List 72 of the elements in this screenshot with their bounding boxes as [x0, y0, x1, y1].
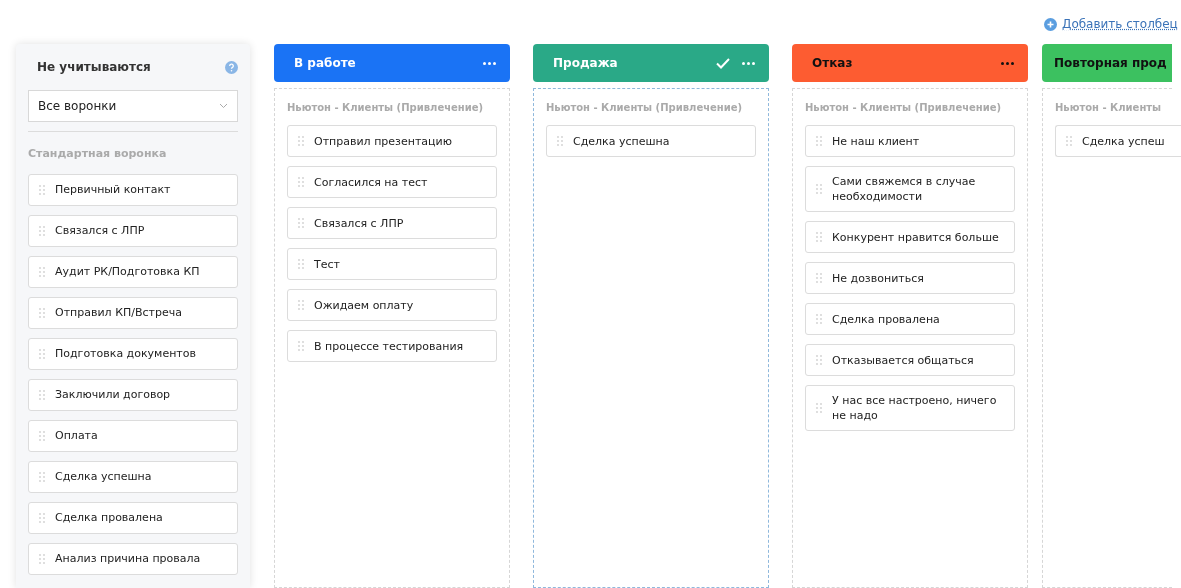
add-icon — [1044, 17, 1057, 31]
column-header[interactable]: Отказ — [792, 44, 1028, 82]
stage-card[interactable]: Конкурент нравится больше — [805, 221, 1015, 253]
drag-handle-icon — [816, 232, 822, 242]
drag-handle-icon — [39, 430, 45, 441]
stage-card[interactable]: Ожидаем оплату — [287, 289, 497, 321]
column-header[interactable]: Повторная прод — [1042, 44, 1172, 82]
drag-handle-icon — [557, 136, 563, 146]
drag-handle-icon — [816, 273, 822, 283]
drag-handle-icon — [816, 184, 822, 194]
stage-card[interactable]: Не наш клиент — [805, 125, 1015, 157]
drag-handle-icon — [816, 136, 822, 146]
drag-handle-icon — [298, 259, 304, 269]
drag-handle-icon — [39, 307, 45, 318]
more-icon[interactable] — [483, 61, 496, 65]
stage-card[interactable]: Заключили договор — [28, 378, 238, 411]
add-column-link[interactable]: Добавить столбец — [1062, 15, 1178, 33]
stage-card[interactable]: Оплата — [28, 419, 238, 452]
more-icon[interactable] — [1001, 61, 1014, 65]
stage-card[interactable]: Сделка провалена — [28, 501, 238, 534]
stage-card[interactable]: Сами свяжемся в случае необходимости — [805, 166, 1015, 212]
stage-card[interactable]: Подготовка документов — [28, 337, 238, 370]
column-title: Продажа — [553, 55, 618, 72]
drag-handle-icon — [39, 184, 45, 195]
stage-card[interactable]: Связался с ЛПР — [287, 207, 497, 239]
stage-card[interactable]: Анализ причина провала — [28, 542, 238, 575]
stage-card[interactable]: Сделка успешна — [28, 460, 238, 493]
drag-handle-icon — [39, 471, 45, 482]
drag-handle-icon — [298, 341, 304, 351]
drag-handle-icon — [1066, 136, 1072, 146]
help-icon[interactable] — [225, 60, 238, 74]
drag-handle-icon — [298, 218, 304, 228]
column-title: В работе — [294, 55, 356, 72]
stage-card[interactable]: Первичный контакт — [28, 173, 238, 206]
check-icon[interactable] — [716, 57, 730, 69]
more-icon[interactable] — [742, 61, 755, 65]
drag-handle-icon — [816, 314, 822, 324]
drag-handle-icon — [39, 512, 45, 523]
funnel-label: Ньютон - Клиенты (Привлечение) — [287, 101, 485, 115]
drag-handle-icon — [39, 389, 45, 400]
column-title: Отказ — [812, 55, 853, 72]
stage-card[interactable]: У нас все настроено, ничего не надо — [805, 385, 1015, 431]
panel-title: Не учитываются — [37, 59, 151, 76]
funnel-label: Ньютон - Клиенты (Привлечение) — [546, 101, 744, 115]
drag-handle-icon — [298, 136, 304, 146]
stage-card[interactable]: Сделка успеш — [1055, 125, 1181, 157]
drag-handle-icon — [39, 225, 45, 236]
drag-handle-icon — [39, 266, 45, 277]
stage-card[interactable]: Отправил презентацию — [287, 125, 497, 157]
funnel-select[interactable]: Все воронки — [28, 90, 238, 122]
stage-card[interactable]: Связался с ЛПР — [28, 214, 238, 247]
stage-card[interactable]: Согласился на тест — [287, 166, 497, 198]
column-header[interactable]: В работе — [274, 44, 510, 82]
chevron-down-icon — [219, 103, 228, 109]
stage-card[interactable]: Тест — [287, 248, 497, 280]
stage-card[interactable]: Сделка провалена — [805, 303, 1015, 335]
stage-card[interactable]: Сделка успешна — [546, 125, 756, 157]
column-title: Повторная прод — [1054, 55, 1167, 72]
drag-handle-icon — [39, 553, 45, 564]
stage-card[interactable]: Отправил КП/Встреча — [28, 296, 238, 329]
group-label: Стандартная воронка — [28, 146, 168, 162]
drag-handle-icon — [816, 355, 822, 365]
drag-handle-icon — [816, 403, 822, 413]
stage-card[interactable]: В процессе тестирования — [287, 330, 497, 362]
stage-card[interactable]: Не дозвониться — [805, 262, 1015, 294]
stage-card[interactable]: Отказывается общаться — [805, 344, 1015, 376]
drag-handle-icon — [298, 177, 304, 187]
drag-handle-icon — [298, 300, 304, 310]
drag-handle-icon — [39, 348, 45, 359]
stage-card[interactable]: Аудит РК/Подготовка КП — [28, 255, 238, 288]
funnel-label: Ньютон - Клиенты (Привлечение) — [805, 101, 1003, 115]
funnel-label: Ньютон - Клиенты — [1055, 101, 1160, 115]
